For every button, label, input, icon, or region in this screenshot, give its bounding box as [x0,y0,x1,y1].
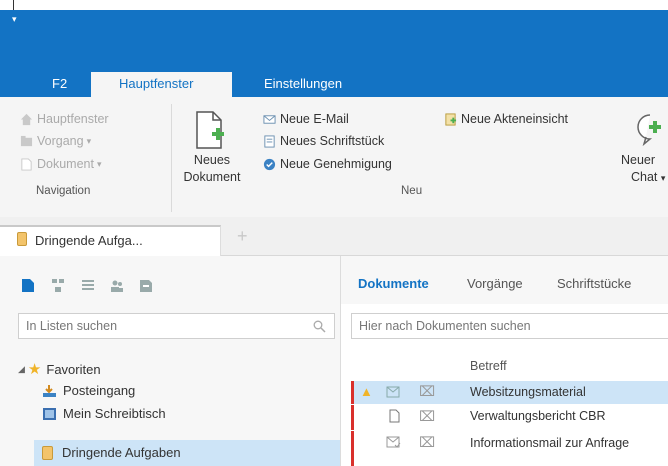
doc-tab-label: Dringende Aufga... [35,233,143,248]
nav-dokument-label: Dokument [37,157,94,171]
star-icon: ★ [27,361,42,378]
tree-dringende-aufgaben-label: Dringende Aufgaben [62,445,181,460]
neues-schriftstueck-button[interactable]: Neues Schriftstück [263,134,384,148]
desk-icon [43,407,56,420]
users-view-icon[interactable] [110,278,124,293]
chevron-down-icon: ▾ [660,173,666,183]
task-folder-icon [42,445,53,460]
add-tab-icon[interactable]: + [237,226,248,247]
tree-posteingang-label: Posteingang [63,383,136,398]
archive-view-icon[interactable] [139,278,153,293]
tab-hauptfenster[interactable]: Hauptfenster [119,76,193,92]
chevron-down-icon: ▾ [86,135,92,146]
list-search-input[interactable]: In Listen suchen [18,313,335,339]
navigation-group-label: Navigation [36,185,91,197]
neu-group-label: Neu [401,185,423,197]
bell-icon: ▲ [360,384,373,399]
title-bar [0,10,668,62]
attachment-icon: ⌧ [419,408,436,424]
document-search-input[interactable]: Hier nach Dokumenten suchen [351,313,668,339]
neue-email-label: Neue E-Mail [280,112,349,126]
inbox-icon [43,384,56,397]
documents-view-icon[interactable] [21,278,35,293]
chevron-down-icon: ▾ [96,158,102,169]
window-top-strip [0,0,668,10]
list-view-icon[interactable] [81,278,95,293]
nav-vorgang-label: Vorgang [37,134,84,148]
new-chat-icon[interactable] [634,112,668,146]
document-icon [389,409,400,423]
row-betreff: Verwaltungsbericht CBR [470,409,606,423]
tree-mein-schreibtisch-label: Mein Schreibtisch [63,406,166,421]
approval-icon [263,158,276,170]
neue-genehmigung-label: Neue Genehmigung [280,157,392,171]
neues-schriftstueck-label: Neues Schriftstück [280,134,385,148]
email-icon [263,114,276,124]
attachment-icon: ⌧ [419,383,436,399]
tree-posteingang[interactable]: Posteingang [42,383,135,398]
ribbon-divider [171,104,172,212]
tree-favoriten[interactable]: ◢ ★ Favoriten [18,360,101,378]
tab-schriftstuecke[interactable]: Schriftstücke [557,276,631,291]
nav-dokument-button[interactable]: Dokument ▾ [20,157,102,171]
neuer-chat-line1[interactable]: Neuer [621,153,655,167]
tree-mein-schreibtisch[interactable]: Mein Schreibtisch [42,406,166,421]
letter-icon [264,134,275,148]
nav-hauptfenster-label: Hauptfenster [37,112,109,126]
row-betreff: Informationsmail zur Anfrage [470,436,630,450]
tab-vorgaenge[interactable]: Vorgänge [467,276,523,291]
neue-genehmigung-button[interactable]: Neue Genehmigung [263,157,392,171]
document-icon [21,157,32,171]
priority-flag [351,381,354,404]
neuer-chat-line2: Chat [631,170,658,184]
email-check-icon [386,436,401,448]
row-betreff: Websitzungsmaterial [470,385,586,399]
tree-dringende-aufgaben[interactable]: Dringende Aufgaben [42,445,181,460]
workflow-view-icon[interactable] [51,278,65,293]
neue-akteneinsicht-button[interactable]: Neue Akteneinsicht [444,112,568,126]
file-inspection-icon [445,112,457,126]
folder-icon [20,135,33,146]
home-icon [20,113,33,125]
email-icon [386,386,400,398]
task-folder-icon [17,232,27,246]
new-document-icon[interactable] [195,110,227,150]
window-edge [13,0,14,10]
neue-email-button[interactable]: Neue E-Mail [263,112,349,126]
expand-arrow-icon[interactable]: ◢ [18,364,25,375]
list-search-placeholder: In Listen suchen [26,319,118,333]
nav-vorgang-button[interactable]: Vorgang ▾ [20,134,91,148]
tab-f2[interactable]: F2 [52,76,67,92]
nav-hauptfenster-button[interactable]: Hauptfenster [20,112,109,126]
tab-dokumente[interactable]: Dokumente [358,276,429,291]
neuer-chat-button[interactable]: Chat ▾ [631,170,665,184]
neue-akteneinsicht-label: Neue Akteneinsicht [461,112,569,126]
attachment-icon: ⌧ [419,434,436,450]
neues-dokument-line1[interactable]: Neues [187,153,237,167]
search-icon[interactable] [313,320,326,333]
tab-einstellungen[interactable]: Einstellungen [264,76,342,92]
neues-dokument-line2[interactable]: Dokument [175,170,249,184]
column-header-betreff[interactable]: Betreff [470,359,507,373]
tree-favoriten-label: Favoriten [46,361,101,377]
document-search-placeholder: Hier nach Dokumenten suchen [359,319,531,333]
quick-access-menu-icon[interactable]: ▾ [12,14,17,24]
